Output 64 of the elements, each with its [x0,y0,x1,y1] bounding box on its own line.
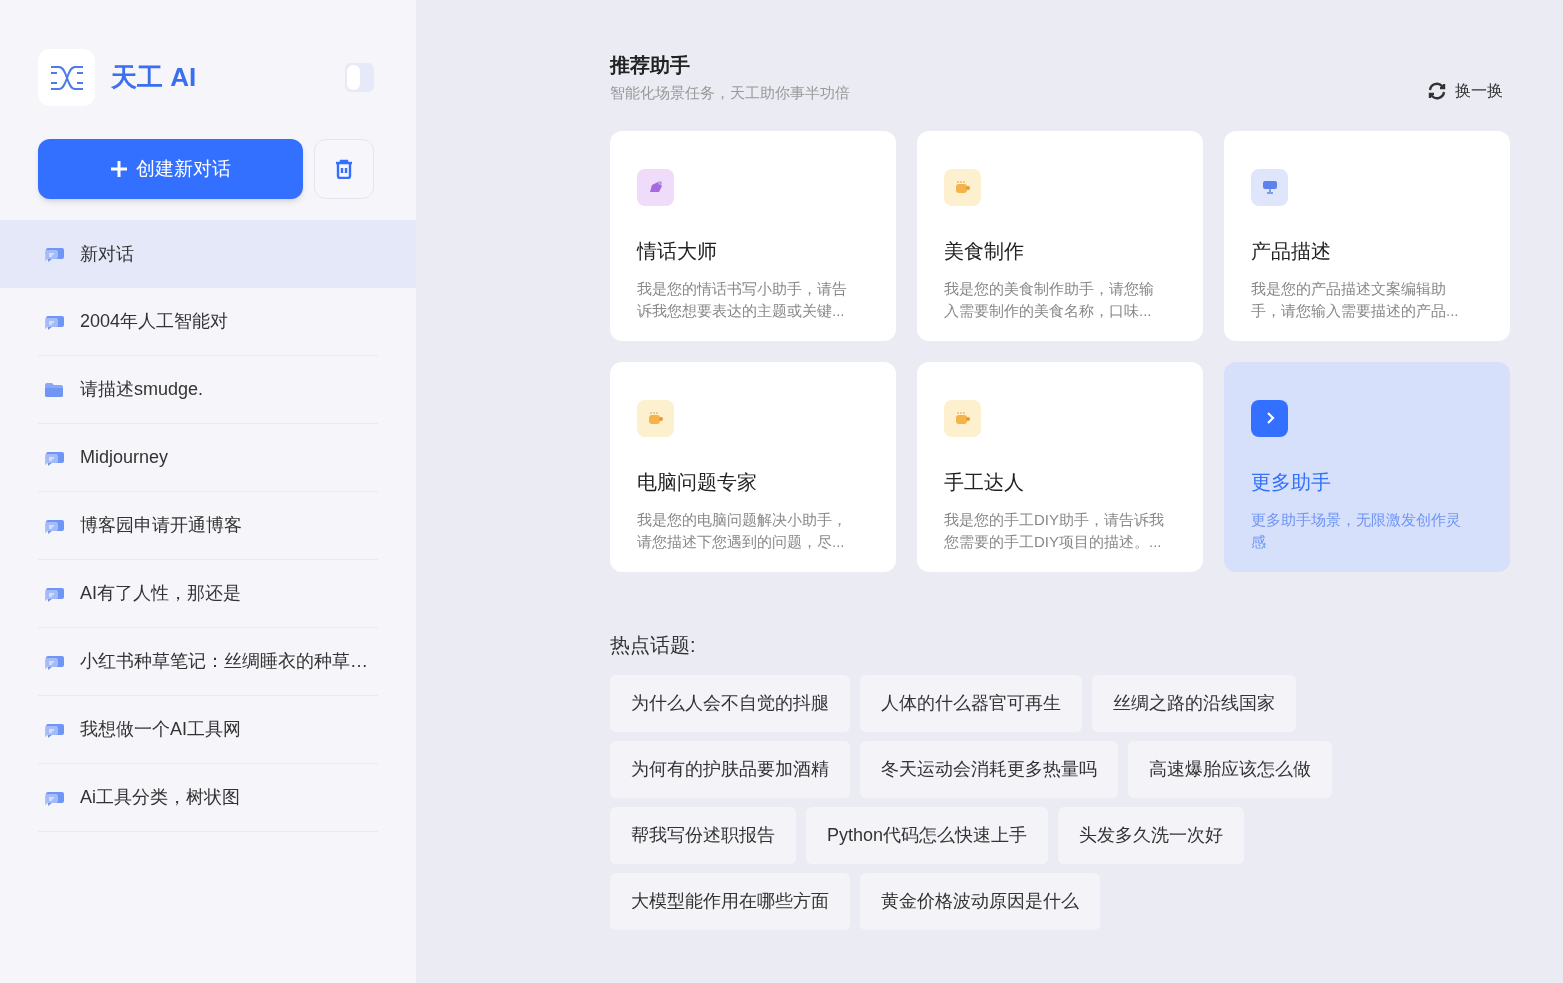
section-title: 热点话题: [610,632,697,658]
conversation-item[interactable]: 请描述smudge. [38,356,378,423]
conversation-item[interactable]: 我想做一个AI工具网 [38,696,378,763]
chat-bubble-icon [44,246,64,262]
chat-bubble-icon [44,449,64,466]
topic-chip[interactable]: 黄金价格波动原因是什么 [860,872,1100,930]
topic-chip[interactable]: Python代码怎么快速上手 [806,806,1049,864]
topic-chip[interactable]: 为何有的护肤品要加酒精 [610,740,850,798]
refresh-button[interactable]: 换一换 [1427,78,1503,103]
assistant-card[interactable]: 美食制作 我是您的美食制作助手，请您输入需要制作的美食名称，口味... [917,130,1203,341]
topic-chip[interactable]: 为什么人会不自觉的抖腿 [610,674,850,732]
card-title: 电脑问题专家 [637,469,758,495]
chat-bubble-icon [44,721,64,738]
new-chat-button[interactable]: 创建新对话 [38,139,303,199]
chat-bubble-icon [44,789,64,806]
card-description: 我是您的美食制作助手，请您输入需要制作的美食名称，口味... [944,278,1155,321]
card-title: 产品描述 [1251,238,1332,264]
assistant-card[interactable]: 手工达人 我是您的手工DIY助手，请告诉我您需要的手工DIY项目的描述。... [917,361,1203,572]
card-title: 美食制作 [944,238,1025,264]
card-title: 更多助手 [1251,469,1332,495]
card-description: 我是您的情话书写小助手，请告诉我您想要表达的主题或关键... [637,278,848,321]
cup-icon [954,411,971,425]
topic-chip[interactable]: 高速爆胎应该怎么做 [1128,740,1332,798]
trash-icon [335,159,353,179]
logo-icon [38,49,95,106]
theme-toggle[interactable] [345,63,374,92]
assistant-card[interactable]: 电脑问题专家 我是您的电脑问题解决小助手，请您描述下您遇到的问题，尽... [610,361,896,572]
card-description: 更多助手场景，无限激发创作灵感 [1251,509,1462,552]
card-title: 情话大师 [637,238,718,264]
topic-chip[interactable]: 丝绸之路的沿线国家 [1092,674,1296,732]
card-description: 我是您的电脑问题解决小助手，请您描述下您遇到的问题，尽... [637,509,848,552]
plus-icon [110,160,128,178]
conversation-item[interactable]: 2004年人工智能对 [38,288,378,355]
chevron-right-icon [1264,411,1275,425]
refresh-icon [1427,80,1447,101]
assistant-card[interactable]: 情话大师 我是您的情话书写小助手，请告诉我您想要表达的主题或关键... [610,130,896,341]
topic-chip[interactable]: 冬天运动会消耗更多热量吗 [860,740,1118,798]
conversation-item[interactable]: 博客园申请开通博客 [38,492,378,559]
topic-chip[interactable]: 人体的什么器官可再生 [860,674,1082,732]
conversation-item[interactable]: 小红书种草笔记：丝绸睡衣的种草… [38,628,378,695]
topic-chip[interactable]: 头发多久洗一次好 [1058,806,1245,864]
delete-button[interactable] [314,139,374,199]
section-title: 推荐助手 [610,53,691,78]
card-description: 我是您的手工DIY助手，请告诉我您需要的手工DIY项目的描述。... [944,509,1165,552]
monitor-icon [1261,180,1278,194]
chat-bubble-icon [44,517,64,534]
conversation-item[interactable]: AI有了人性，那还是 [38,560,378,627]
section-subtitle: 智能化场景任务，天工助你事半功倍 [610,83,850,103]
chat-bubble-icon [44,313,64,330]
conversation-item[interactable]: 新对话 [0,220,416,288]
topic-chip[interactable]: 大模型能作用在哪些方面 [610,872,850,930]
assistant-card[interactable]: 产品描述 我是您的产品描述文案编辑助手，请您输入需要描述的产品... [1224,130,1510,341]
card-title: 手工达人 [944,469,1025,495]
conversation-item[interactable]: Ai工具分类，树状图 [38,764,378,831]
brand-name: 天工 AI [111,61,197,94]
cup-icon [647,411,664,425]
topic-chip[interactable]: 帮我写份述职报告 [610,806,796,864]
folder-icon [44,381,64,398]
chat-bubble-icon [44,653,64,670]
card-description: 我是您的产品描述文案编辑助手，请您输入需要描述的产品... [1251,278,1460,321]
conversation-item[interactable]: Midjourney [38,424,378,491]
pen-icon [647,180,664,194]
cup-icon [954,180,971,194]
chat-bubble-icon [44,585,64,602]
